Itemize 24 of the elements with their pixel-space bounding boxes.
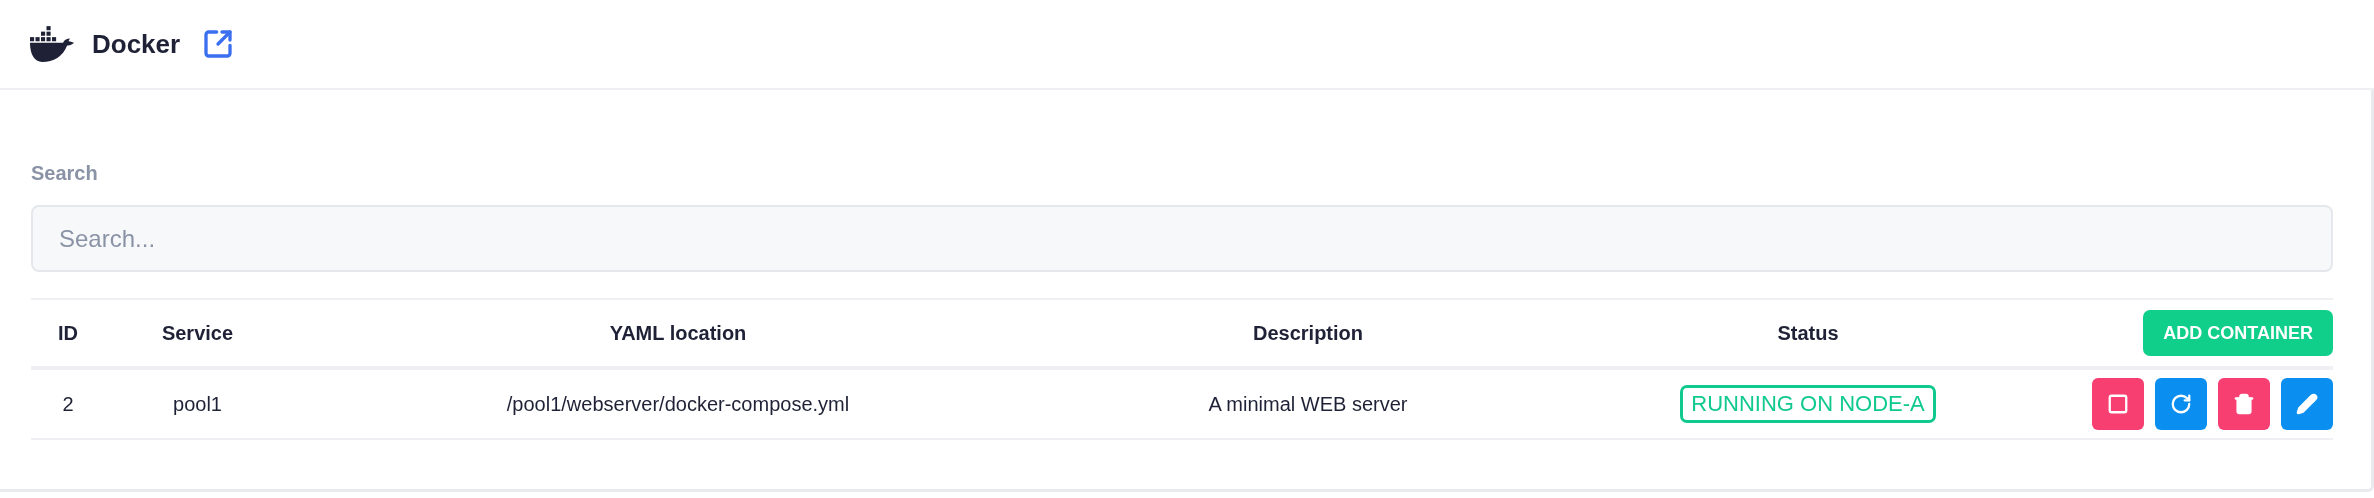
column-header: Description: [1252, 321, 1364, 345]
stop-icon: [2107, 393, 2129, 415]
whale-logo-icon: [30, 26, 74, 62]
delete-button[interactable]: [2218, 378, 2270, 430]
refresh-icon: [2170, 393, 2192, 415]
restart-button[interactable]: [2155, 378, 2207, 430]
column-header: ID: [57, 321, 79, 345]
column-header: Status: [1776, 321, 1840, 345]
table-cell-text: pool1: [172, 392, 223, 416]
stop-button[interactable]: [2092, 378, 2144, 430]
external-link-icon[interactable]: [202, 28, 235, 60]
search-field[interactable]: Search...: [31, 205, 2333, 272]
column-header: YAML location: [608, 321, 748, 345]
edit-button[interactable]: [2281, 378, 2333, 430]
column-header: Service: [160, 321, 235, 345]
add-container-button[interactable]: ADD CONTAINER: [2143, 310, 2333, 356]
table-cell-text: /pool1/webserver/docker-compose.yml: [505, 392, 851, 416]
search-label: Search: [31, 162, 99, 185]
table-cell-text: A minimal WEB server: [1207, 392, 1409, 416]
pencil-icon: [2296, 393, 2318, 415]
table-cell-text: 2: [61, 392, 75, 416]
status-badge: RUNNING ON NODE-A: [1680, 385, 1936, 423]
trash-icon: [2233, 393, 2255, 415]
page-title: Docker: [92, 28, 181, 60]
